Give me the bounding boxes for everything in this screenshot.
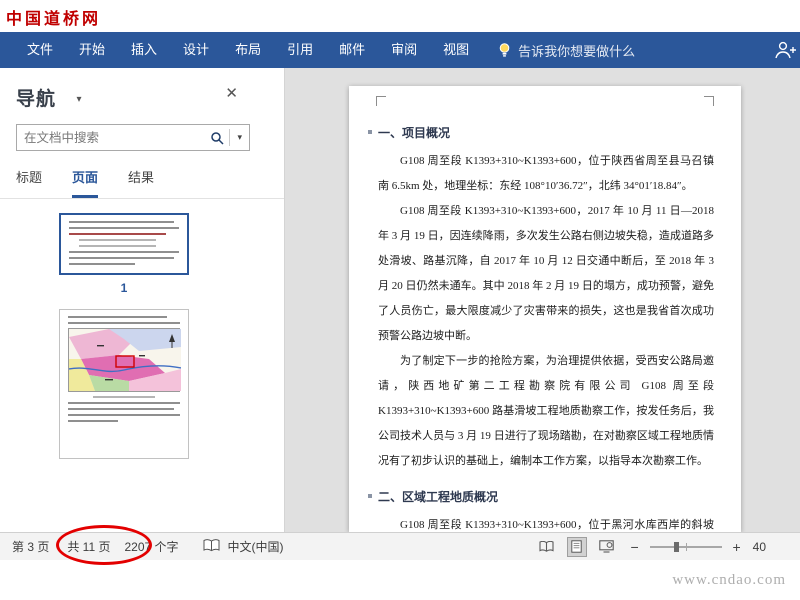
- ribbon-tab-design[interactable]: 设计: [170, 32, 222, 68]
- page-thumbnail-1[interactable]: [59, 213, 189, 275]
- status-page-count[interactable]: 共 11 页: [67, 538, 110, 555]
- thumb-text-line: [68, 322, 180, 324]
- web-layout-button[interactable]: [597, 537, 617, 557]
- site-watermark-top: 中国道桥网: [6, 11, 102, 28]
- tell-me-label: 告诉我你想要做什么: [518, 43, 636, 59]
- thumb-text-line: [79, 245, 156, 247]
- print-layout-button[interactable]: [566, 536, 587, 557]
- page-thumbnail-2[interactable]: [59, 309, 189, 459]
- nav-search-box: ▾: [16, 124, 250, 151]
- ribbon-tab-bar: 文件 开始 插入 设计 布局 引用 邮件 审阅 视图 告诉我你想要做什么: [0, 32, 800, 68]
- status-word-count[interactable]: 2207 个字: [124, 538, 178, 555]
- proofing-status-icon[interactable]: [203, 538, 220, 555]
- status-language[interactable]: 中文(中国): [228, 538, 284, 555]
- thumb-text-line: [68, 402, 180, 404]
- bottom-strip: www.cndao.com: [0, 560, 800, 600]
- ribbon-tab-file[interactable]: 文件: [14, 32, 66, 68]
- search-icon[interactable]: [205, 131, 229, 145]
- doc-heading-2: 二、区域工程地质概况: [368, 488, 714, 505]
- search-dropdown-icon[interactable]: ▾: [230, 132, 249, 143]
- thumb-text-line: [69, 227, 179, 229]
- nav-pane-dropdown-icon[interactable]: ▾: [76, 94, 81, 105]
- doc-paragraph-3: 为了制定下一步的抢险方案，为治理提供依据，受西安公路局邀请，陕西地矿第二工程勘察…: [378, 355, 714, 467]
- nav-tab-pages[interactable]: 页面: [72, 167, 99, 198]
- nav-tab-results[interactable]: 结果: [128, 167, 154, 198]
- heading-bullet-icon: [368, 130, 372, 134]
- ribbon-tab-mailings[interactable]: 邮件: [326, 32, 378, 68]
- nav-pane-close-icon[interactable]: ✕: [225, 84, 238, 102]
- zoom-percentage[interactable]: 40: [753, 540, 766, 554]
- zoom-out-button[interactable]: −: [627, 539, 643, 555]
- word-window: 中国道桥网 文件 开始 插入 设计 布局 引用 邮件 审阅 视图 告诉我你想要做…: [0, 0, 800, 600]
- status-page-position[interactable]: 第 3 页: [12, 538, 49, 555]
- document-canvas: 一、项目概况 G108 周至段 K1393+310~K1393+600，位于陕西…: [285, 68, 800, 532]
- document-page[interactable]: 一、项目概况 G108 周至段 K1393+310~K1393+600，位于陕西…: [349, 86, 741, 532]
- thumb-text-line: [69, 257, 174, 259]
- tell-me-box[interactable]: 告诉我你想要做什么: [498, 41, 635, 60]
- top-strip: 中国道桥网: [0, 0, 800, 32]
- thumb-text-line: [69, 233, 166, 235]
- thumb-text-line: [69, 251, 179, 253]
- geological-map-figure: [68, 329, 182, 391]
- navigation-pane: 导航 ▾ ✕ ▾ 标题 页面 结果: [0, 68, 285, 532]
- zoom-slider-thumb[interactable]: [674, 541, 680, 552]
- zoom-slider-notch: [685, 542, 687, 551]
- site-watermark-bottom: www.cndao.com: [672, 572, 786, 588]
- lightbulb-icon: [499, 43, 510, 57]
- thumb-text-line: [68, 414, 180, 416]
- main-area: 导航 ▾ ✕ ▾ 标题 页面 结果: [0, 68, 800, 532]
- doc-paragraph-1: G108 周至段 K1393+310~K1393+600，位于陕西省周至县马召镇…: [378, 155, 714, 192]
- thumb-caption-line: [93, 396, 155, 398]
- person-icon: [775, 41, 796, 59]
- nav-tabs: 标题 页面 结果: [0, 151, 284, 199]
- ribbon-tab-insert[interactable]: 插入: [118, 32, 170, 68]
- nav-tab-headings[interactable]: 标题: [16, 167, 42, 198]
- ribbon-tabs: 文件 开始 插入 设计 布局 引用 邮件 审阅 视图: [14, 32, 482, 68]
- page-thumbnail-1-number: 1: [120, 281, 128, 295]
- doc-paragraph-2: G108 周至段 K1393+310~K1393+600，2017 年 10 月…: [378, 205, 714, 342]
- thumbnail-map-frame: [68, 328, 182, 392]
- page-text-area: 一、项目概况 G108 周至段 K1393+310~K1393+600，位于陕西…: [349, 86, 741, 532]
- status-bar: 第 3 页 共 11 页 2207 个字 中文(中国) − + 40: [0, 525, 800, 565]
- ribbon-tab-home[interactable]: 开始: [66, 32, 118, 68]
- nav-pane-header: 导航 ▾ ✕: [0, 68, 284, 112]
- doc-heading-2-text: 二、区域工程地质概况: [378, 490, 499, 504]
- status-bar-right: − + 40: [537, 533, 800, 560]
- nav-pane-title: 导航: [16, 89, 57, 110]
- ribbon-tab-references[interactable]: 引用: [274, 32, 326, 68]
- nav-search-input[interactable]: [17, 130, 206, 145]
- sign-in-button[interactable]: [772, 39, 798, 66]
- doc-paragraph-4-pre: G108 周至段 K1393+310~K1393+600，位于黑河水库西岸的斜坡…: [400, 519, 714, 531]
- read-mode-button[interactable]: [537, 537, 557, 557]
- doc-paragraph-4: G108 周至段 K1393+310~K1393+600，位于黑河水库西岸的斜坡…: [378, 513, 714, 532]
- zoom-slider[interactable]: [649, 541, 722, 552]
- thumb-text-line: [79, 239, 156, 241]
- thumb-text-line: [69, 263, 135, 265]
- ribbon-tab-review[interactable]: 审阅: [378, 32, 430, 68]
- doc-heading-1: 一、项目概况: [368, 124, 714, 141]
- thumb-text-line: [68, 316, 167, 318]
- thumb-text-line: [69, 221, 174, 223]
- ribbon-tab-layout[interactable]: 布局: [222, 32, 274, 68]
- thumb-text-line: [68, 420, 119, 422]
- ribbon-tab-view[interactable]: 视图: [430, 32, 482, 68]
- doc-heading-1-text: 一、项目概况: [378, 126, 451, 140]
- zoom-in-button[interactable]: +: [729, 539, 745, 555]
- heading-bullet-icon: [368, 494, 372, 498]
- thumb-text-line: [68, 408, 175, 410]
- page-thumbnail-list: 1: [0, 199, 284, 459]
